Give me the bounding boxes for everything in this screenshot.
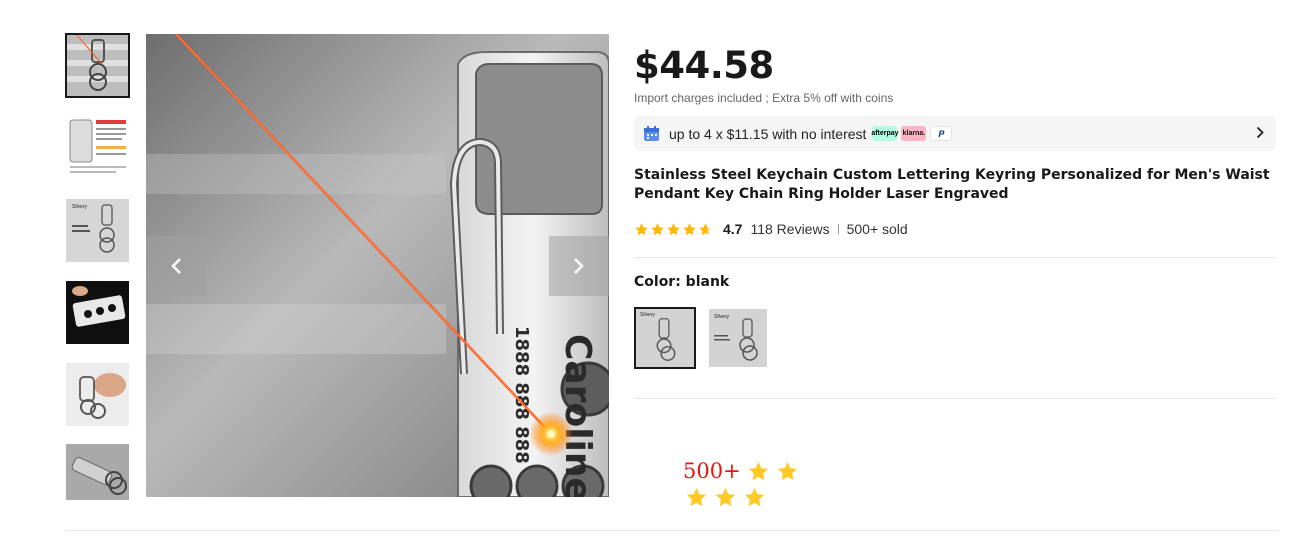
swatch-label: Silvery [640, 312, 656, 318]
reviews-link[interactable]: 118 Reviews [750, 221, 829, 237]
badge-sold-count: 500+ [683, 459, 741, 483]
thumbnail-1[interactable] [65, 33, 130, 98]
star-icon [686, 487, 707, 507]
color-swatch-2[interactable]: Silvery [709, 309, 767, 367]
product-info-panel: $44.58 Import charges included ; Extra 5… [634, 44, 1277, 399]
chevron-left-icon [171, 258, 181, 274]
color-swatch-1[interactable]: Silvery [634, 307, 696, 369]
star-icon [651, 222, 664, 235]
star-half-icon [699, 222, 712, 235]
section-divider [634, 398, 1277, 399]
product-title: Stainless Steel Keychain Custom Letterin… [634, 167, 1270, 202]
keychain-side-thumbnail-image [66, 444, 129, 500]
thumbnail-2[interactable] [66, 116, 129, 179]
rating-score: 4.7 [723, 221, 743, 237]
keychain-laser-engraving-image: Caroline 1888 888 888 [146, 34, 609, 497]
installment-text: up to 4 x $11.15 with no interest [669, 125, 867, 142]
star-icon [667, 222, 680, 235]
star-icon [777, 461, 797, 480]
engraved-name-text: Caroline [557, 334, 598, 497]
rating-row[interactable]: 4.7 118 Reviews 500+ sold [634, 221, 908, 237]
next-image-button[interactable] [549, 236, 609, 296]
star-icon [683, 222, 696, 235]
afterpay-badge: afterpay [871, 126, 899, 141]
installment-banner[interactable]: up to 4 x $11.15 with no interest afterp… [634, 116, 1276, 151]
thumbnail-5[interactable] [66, 363, 129, 426]
sold-stars-badge: 500+ [683, 459, 803, 509]
price-note: Import charges included ; Extra 5% off w… [634, 91, 894, 105]
in-hand-thumbnail-image [66, 363, 129, 426]
chevron-right-icon [1256, 126, 1264, 139]
star-icon [635, 222, 648, 235]
chevron-right-icon [574, 258, 584, 274]
star-icon [748, 461, 768, 480]
color-label: Color: blank [634, 274, 730, 290]
main-product-image[interactable]: Caroline 1888 888 888 [146, 34, 609, 497]
thumbnail-label: Silvery [72, 204, 88, 210]
product-price: $44.58 [634, 44, 774, 87]
star-icon [744, 487, 765, 507]
sold-count: 500+ sold [846, 221, 908, 237]
paypal-badge: P [930, 126, 953, 141]
previous-image-button[interactable] [146, 236, 206, 296]
calendar-icon [644, 126, 659, 141]
rating-stars [634, 222, 714, 237]
keychain-thumbnail-image [66, 34, 129, 97]
thumbnail-6[interactable] [66, 444, 129, 500]
klarna-badge: klarna. [901, 126, 927, 141]
page-divider [66, 530, 1278, 531]
thumbnail-4[interactable] [66, 281, 129, 344]
rating-divider [837, 224, 839, 234]
hand-tool-thumbnail-image [66, 281, 129, 344]
star-icon [715, 487, 736, 507]
section-divider [634, 257, 1277, 258]
thumbnail-3[interactable]: Silvery [66, 199, 129, 262]
swatch-label: Silvery [714, 314, 730, 320]
info-thumbnail-image [66, 116, 129, 179]
